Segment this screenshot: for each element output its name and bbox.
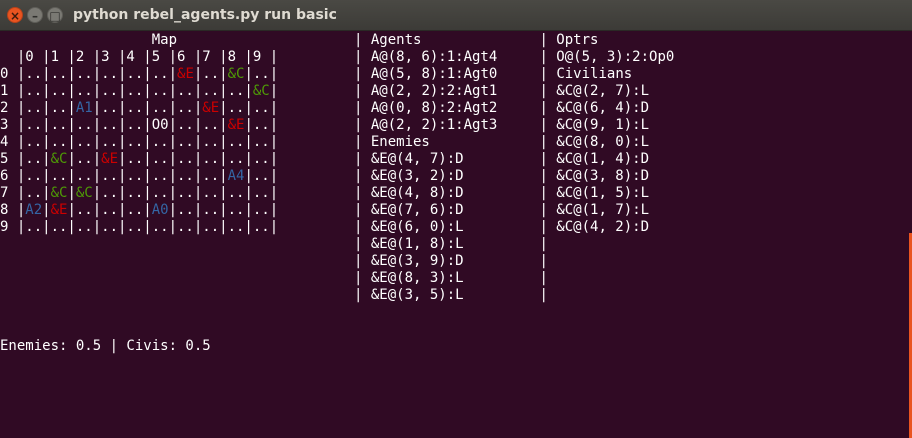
terminal-line: 1 |..|..|..|..|..|..|..|..|..|&C| | A@(2… bbox=[0, 83, 649, 100]
terminal-text: |..| | &E@(3, 2):D | &C@(3, 8):D bbox=[244, 168, 650, 184]
terminal-text: 5 |..| bbox=[0, 151, 51, 167]
terminal-text: | &E@(3, 5):L | bbox=[0, 287, 548, 303]
map-token: &C bbox=[50, 151, 68, 167]
map-token: &C bbox=[227, 66, 245, 82]
map-token: &E bbox=[227, 117, 245, 133]
terminal-text: 8 | bbox=[0, 202, 26, 218]
map-token: &C bbox=[75, 185, 93, 201]
terminal-text: | | A@(2, 2):2:Agt1 | &C@(2, 7):L bbox=[269, 83, 650, 99]
maximize-icon: □ bbox=[49, 9, 61, 23]
terminal-line: | &E@(8, 3):L | bbox=[0, 270, 548, 287]
terminal-line: 9 |..|..|..|..|..|..|..|..|..|..| | &E@(… bbox=[0, 219, 649, 236]
terminal-line: | &E@(3, 9):D | bbox=[0, 253, 548, 270]
terminal-line: 4 |..|..|..|..|..|..|..|..|..|..| | Enem… bbox=[0, 134, 649, 151]
terminal-text: |..|..|..|..| | &E@(7, 6):D | &C@(1, 7):… bbox=[168, 202, 650, 218]
map-token: A0 bbox=[151, 202, 169, 218]
terminal-text: |..| | A@(2, 2):1:Agt3 | &C@(9, 1):L bbox=[244, 117, 650, 133]
terminal-line: | &E@(1, 8):L | bbox=[0, 236, 548, 253]
map-token: &C bbox=[252, 83, 270, 99]
terminal-text: |0 |1 |2 |3 |4 |5 |6 |7 |8 |9 | | A@(8, … bbox=[0, 49, 675, 65]
close-icon: × bbox=[9, 9, 21, 23]
minimize-icon: – bbox=[32, 9, 38, 23]
map-token: &E bbox=[177, 66, 194, 82]
terminal-text: | &E@(3, 9):D | bbox=[0, 253, 548, 269]
terminal-line: 3 |..|..|..|..|..|O0|..|..|&E|..| | A@(2… bbox=[0, 117, 649, 134]
terminal-text: |..|..| | A@(0, 8):2:Agt2 | &C@(6, 4):D bbox=[219, 100, 650, 116]
terminal-text: | &E@(1, 8):L | bbox=[0, 236, 548, 252]
terminal-text: |..| bbox=[193, 66, 228, 82]
map-token: &E bbox=[101, 151, 119, 167]
terminal-line: 7 |..|&C|&C|..|..|..|..|..|..|..| | &E@(… bbox=[0, 185, 649, 202]
terminal-text: 4 |..|..|..|..|..|..|..|..|..|..| | Enem… bbox=[0, 134, 650, 150]
terminal-text: 1 |..|..|..|..|..|..|..|..|..| bbox=[0, 83, 253, 99]
terminal-text: 3 |..|..|..|..|..|O0|..|..| bbox=[0, 117, 228, 133]
minimize-button[interactable]: – bbox=[27, 7, 43, 23]
terminal-text: |..| | A@(5, 8):1:Agt0 | Civilians bbox=[244, 66, 633, 82]
terminal-text: Map | Agents | Optrs bbox=[0, 32, 599, 48]
map-token: &E bbox=[202, 100, 220, 116]
title-bar[interactable]: × – □ python rebel_agents.py run basic bbox=[0, 0, 912, 31]
terminal-output[interactable]: Map | Agents | Optrs |0 |1 |2 |3 |4 |5 |… bbox=[0, 30, 912, 438]
terminal-line: Map | Agents | Optrs bbox=[0, 32, 599, 49]
terminal-text: Enemies: 0.5 | Civis: 0.5 bbox=[0, 338, 211, 354]
terminal-text: | bbox=[42, 202, 51, 218]
terminal-text: |..| bbox=[67, 151, 102, 167]
terminal-line: 6 |..|..|..|..|..|..|..|..|A4|..| | &E@(… bbox=[0, 168, 649, 185]
terminal-text: |..|..|..|..| bbox=[92, 100, 203, 116]
maximize-button[interactable]: □ bbox=[47, 7, 63, 23]
map-token: A2 bbox=[25, 202, 43, 218]
terminal-text: 6 |..|..|..|..|..|..|..|..| bbox=[0, 168, 228, 184]
map-token: &E bbox=[50, 202, 68, 218]
terminal-line: 5 |..|&C|..|&E|..|..|..|..|..|..| | &E@(… bbox=[0, 151, 649, 168]
map-token: A4 bbox=[227, 168, 245, 184]
map-token: &C bbox=[50, 185, 68, 201]
terminal-text: 9 |..|..|..|..|..|..|..|..|..|..| | &E@(… bbox=[0, 219, 650, 235]
terminal-line: 2 |..|..|A1|..|..|..|..|&E|..|..| | A@(0… bbox=[0, 100, 649, 117]
terminal-line: 0 |..|..|..|..|..|..|&E|..|&C|..| | A@(5… bbox=[0, 66, 632, 83]
window-title: python rebel_agents.py run basic bbox=[73, 7, 337, 23]
terminal-text: 0 |..|..|..|..|..|..| bbox=[0, 66, 178, 82]
terminal-line: | &E@(3, 5):L | bbox=[0, 287, 548, 304]
terminal-text: | &E@(8, 3):L | bbox=[0, 270, 548, 286]
terminal-text: |..|..|..| bbox=[67, 202, 152, 218]
terminal-text: 2 |..|..| bbox=[0, 100, 76, 116]
terminal-window: × – □ python rebel_agents.py run basic M… bbox=[0, 0, 912, 438]
terminal-line: Enemies: 0.5 | Civis: 0.5 bbox=[0, 338, 211, 355]
map-token: A1 bbox=[75, 100, 93, 116]
terminal-text: |..|..|..|..|..|..|..| | &E@(4, 8):D | &… bbox=[92, 185, 650, 201]
terminal-line: |0 |1 |2 |3 |4 |5 |6 |7 |8 |9 | | A@(8, … bbox=[0, 49, 674, 66]
terminal-line: 8 |A2|&E|..|..|..|A0|..|..|..|..| | &E@(… bbox=[0, 202, 649, 219]
terminal-text: |..|..|..|..|..|..| | &E@(4, 7):D | &C@(… bbox=[118, 151, 650, 167]
terminal-text: 7 |..| bbox=[0, 185, 51, 201]
terminal-text: | bbox=[67, 185, 76, 201]
close-button[interactable]: × bbox=[7, 7, 23, 23]
